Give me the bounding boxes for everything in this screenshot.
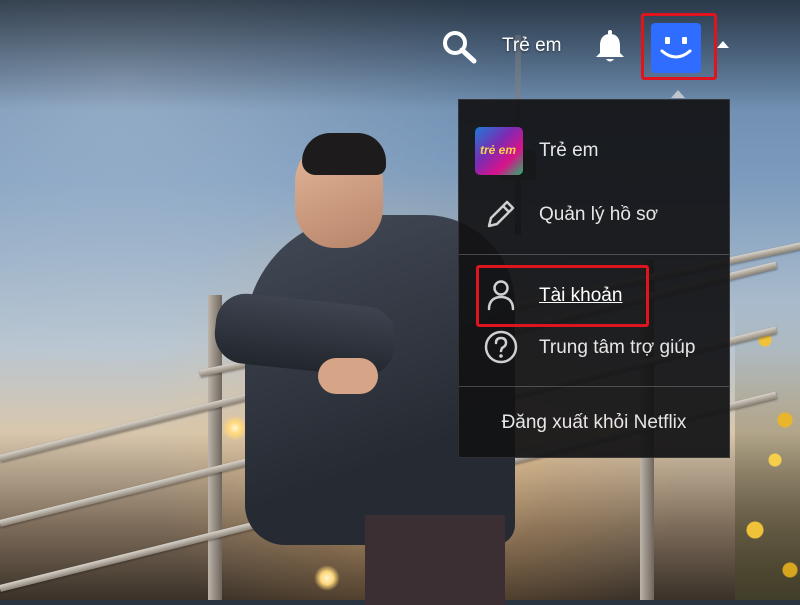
- help-circle-icon: [483, 329, 519, 365]
- account-highlight-box: [476, 265, 649, 327]
- menu-item-label: Trung tâm trợ giúp: [539, 337, 696, 358]
- menu-item-kids-profile[interactable]: trẻ em Trẻ em: [459, 124, 729, 178]
- menu-item-label: Trẻ em: [539, 140, 599, 161]
- string-light: [314, 565, 340, 591]
- person-hand: [318, 358, 378, 394]
- menu-divider: [459, 254, 729, 255]
- search-icon[interactable]: [441, 29, 479, 65]
- signout-button[interactable]: Đăng xuất khỏi Netflix: [459, 403, 729, 443]
- menu-divider: [459, 386, 729, 387]
- kids-profile-thumbnail: trẻ em: [475, 127, 523, 175]
- menu-item-manage-profiles[interactable]: Quản lý hồ sơ: [459, 188, 729, 242]
- menu-item-label: Quản lý hồ sơ: [539, 204, 659, 225]
- caret-up-icon[interactable]: [717, 41, 729, 48]
- menu-item-help-center[interactable]: Trung tâm trợ giúp: [459, 321, 729, 375]
- menu-pointer: [671, 90, 685, 98]
- smiley-avatar-icon[interactable]: [651, 23, 701, 73]
- person-legs: [365, 515, 505, 605]
- kids-link[interactable]: Trẻ em: [502, 35, 561, 57]
- flowers-decoration: [735, 300, 800, 600]
- person-hair: [302, 133, 386, 175]
- pencil-icon: [483, 196, 519, 232]
- signout-label: Đăng xuất khỏi Netflix: [501, 412, 687, 433]
- bell-icon[interactable]: [593, 28, 627, 64]
